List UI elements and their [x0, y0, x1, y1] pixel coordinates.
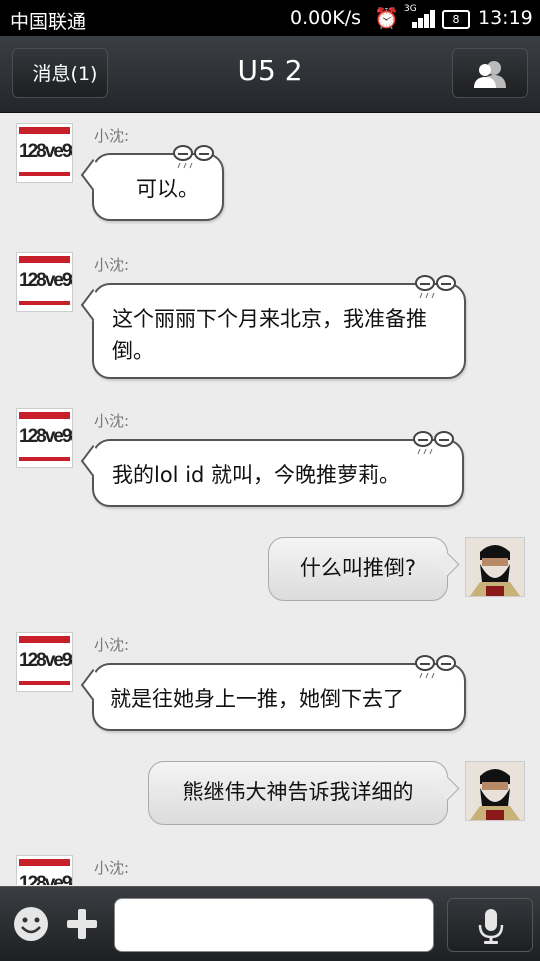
message-text: 什么叫推倒? [299, 556, 417, 580]
input-bar [0, 886, 540, 961]
sender-name: 小沈: [94, 859, 130, 877]
user-photo-icon [466, 538, 524, 596]
sender-avatar[interactable]: 128ve980 [16, 123, 73, 183]
message-text: 我的lol id 就叫，今晚推萝莉。 [112, 463, 401, 487]
plus-icon [67, 909, 97, 939]
sender-name: 小沈: [94, 127, 130, 145]
bubble-eyes-icon [415, 655, 456, 679]
attach-button[interactable] [64, 905, 100, 943]
message-input[interactable] [114, 898, 434, 952]
alarm-icon: ⏰ [374, 6, 399, 30]
message-bubble[interactable]: 就是往她身上一推，她倒下去了 [80, 655, 466, 731]
bubble-eyes-icon [413, 431, 454, 455]
sender-avatar[interactable]: 128ve980 [16, 252, 73, 312]
network-speed: 0.00K/s [290, 7, 362, 29]
smiley-icon [14, 907, 48, 941]
message-bubble[interactable]: 可以。 [80, 145, 224, 221]
microphone-icon [478, 909, 504, 944]
my-avatar[interactable] [465, 761, 525, 821]
carrier-label: 中国联通 [10, 11, 87, 33]
user-photo-icon [466, 762, 524, 820]
sender-avatar[interactable]: 128ve980 [16, 408, 73, 468]
user-group-icon [474, 61, 506, 88]
message-bubble[interactable]: 这个丽丽下个月来北京，我准备推倒。 [80, 275, 466, 379]
clock: 13:19 [478, 7, 533, 29]
sender-avatar[interactable]: 128ve980 [16, 855, 73, 885]
message-list[interactable]: 128ve980 小沈: 可以。 128ve980 小沈: 这个丽丽下个月来北京… [0, 113, 540, 885]
back-button[interactable]: 消息(1) [12, 48, 108, 98]
battery-icon: 8 [442, 10, 470, 29]
chat-members-button[interactable] [452, 48, 528, 98]
my-avatar[interactable] [465, 537, 525, 597]
sender-avatar[interactable]: 128ve980 [16, 632, 73, 692]
my-message-bubble[interactable]: 什么叫推倒? [268, 537, 460, 601]
sender-name: 小沈: [94, 412, 130, 430]
bubble-eyes-icon [173, 145, 214, 169]
message-text: 这个丽丽下个月来北京，我准备推倒。 [112, 307, 427, 363]
title-bar: 消息(1) U5 2 [0, 36, 540, 113]
message-text: 可以。 [136, 177, 199, 201]
bubble-eyes-icon [415, 275, 456, 299]
chat-title: U5 2 [237, 54, 303, 87]
sender-name: 小沈: [94, 256, 130, 274]
back-button-label: 消息(1) [32, 63, 98, 85]
message-bubble[interactable]: 我的lol id 就叫，今晚推萝莉。 [80, 431, 464, 507]
status-bar: 中国联通 0.00K/s ⏰ 3G 8 13:19 [0, 0, 540, 36]
message-text: 熊继伟大神告诉我详细的 [182, 780, 414, 804]
signal-icon: 3G [404, 4, 435, 28]
sender-name: 小沈: [94, 636, 130, 654]
my-message-bubble[interactable]: 熊继伟大神告诉我详细的 [148, 761, 460, 825]
emoji-button[interactable] [12, 905, 50, 943]
message-text: 就是往她身上一推，她倒下去了 [110, 687, 404, 711]
voice-button[interactable] [447, 898, 533, 952]
